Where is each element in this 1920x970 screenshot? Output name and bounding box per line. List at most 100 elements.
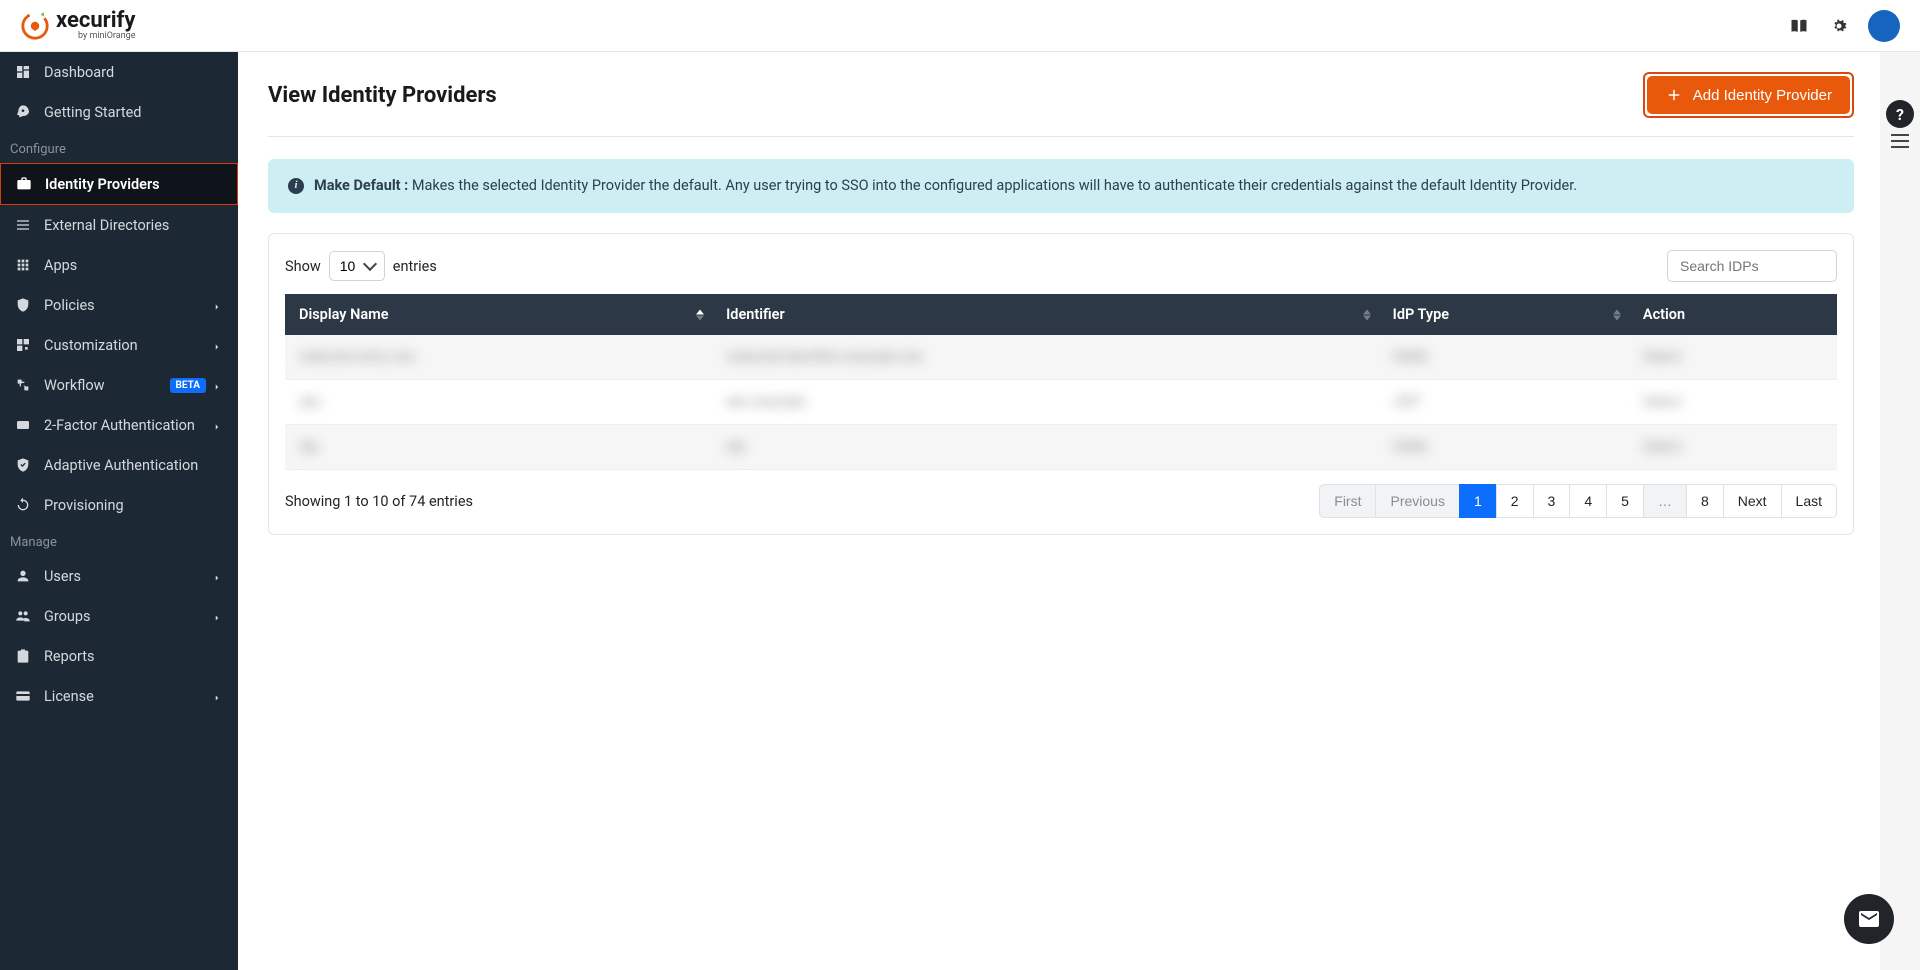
sidebar-item-label: Customization — [44, 337, 212, 354]
grid-icon — [14, 256, 32, 274]
sidebar-item-label: Groups — [44, 608, 212, 625]
card-icon — [14, 687, 32, 705]
shield-check-icon — [14, 456, 32, 474]
table-footer-text: Showing 1 to 10 of 74 entries — [285, 493, 473, 510]
table-cell: JWT — [1379, 380, 1629, 425]
page-button[interactable]: 2 — [1496, 484, 1534, 518]
table-cell: SAML — [1379, 335, 1629, 380]
sidebar-item-dashboard[interactable]: Dashboard — [0, 52, 238, 92]
chat-fab[interactable] — [1844, 894, 1894, 944]
help-button[interactable]: ? — [1886, 100, 1914, 128]
sidebar-item-external-directories[interactable]: External Directories — [0, 205, 238, 245]
sort-icon — [696, 309, 704, 320]
dashboard-icon — [14, 63, 32, 81]
idp-table: Display NameIdentifierIdP TypeAction red… — [285, 294, 1837, 470]
clipboard-icon — [14, 647, 32, 665]
puzzle-icon — [14, 336, 32, 354]
topbar: xecurify by miniOrange — [0, 0, 1920, 52]
sidebar-item-label: Reports — [44, 648, 224, 665]
mail-icon — [1857, 907, 1881, 931]
sidebar-item-label: 2-Factor Authentication — [44, 417, 212, 434]
menu-icon[interactable] — [1891, 134, 1909, 148]
table-row: idpidpSAMLSelect — [285, 425, 1837, 470]
pagination: FirstPrevious12345…8NextLast — [1320, 484, 1837, 518]
user-icon — [14, 567, 32, 585]
column-header[interactable]: Display Name — [285, 294, 712, 335]
page-button[interactable]: Last — [1781, 484, 1837, 518]
chevron-right-icon — [212, 419, 224, 431]
chevron-right-icon — [212, 570, 224, 582]
sidebar-item-label: Adaptive Authentication — [44, 457, 224, 474]
add-button-highlight: Add Identity Provider — [1643, 72, 1854, 118]
sync-icon — [14, 496, 32, 514]
sidebar-item-label: Policies — [44, 297, 212, 314]
gear-icon[interactable] — [1828, 15, 1850, 37]
briefcase-icon — [15, 175, 33, 193]
beta-badge: BETA — [170, 378, 207, 393]
page-size-select[interactable]: 10 — [329, 251, 385, 281]
sidebar-item-reports[interactable]: Reports — [0, 636, 238, 676]
column-header[interactable]: Action — [1629, 294, 1837, 335]
main-content: View Identity Providers Add Identity Pro… — [238, 52, 1880, 970]
sidebar-item-provisioning[interactable]: Provisioning — [0, 485, 238, 525]
sidebar-item-label: Workflow — [44, 377, 170, 394]
column-header[interactable]: Identifier — [712, 294, 1379, 335]
sidebar-item-identity-providers[interactable]: Identity Providers — [0, 163, 238, 205]
page-button[interactable]: 5 — [1606, 484, 1644, 518]
table-cell: SAML — [1379, 425, 1629, 470]
sidebar-item-adaptive-authentication[interactable]: Adaptive Authentication — [0, 445, 238, 485]
add-identity-provider-button[interactable]: Add Identity Provider — [1647, 76, 1850, 114]
page-button: … — [1643, 484, 1687, 518]
logo[interactable]: xecurify by miniOrange — [20, 10, 135, 41]
info-icon: i — [288, 178, 304, 194]
sidebar-item-apps[interactable]: Apps — [0, 245, 238, 285]
nav-section-header: Manage — [0, 525, 238, 556]
page-button[interactable]: 1 — [1459, 484, 1497, 518]
sidebar-item-label: Dashboard — [44, 64, 224, 81]
table-cell: Select — [1629, 425, 1837, 470]
sidebar-item-label: Provisioning — [44, 497, 224, 514]
page-button[interactable]: 3 — [1533, 484, 1571, 518]
chevron-right-icon — [212, 379, 224, 391]
chevron-right-icon — [212, 299, 224, 311]
sidebar-item-label: Getting Started — [44, 104, 224, 121]
chevron-right-icon — [212, 339, 224, 351]
twofa-icon — [14, 416, 32, 434]
entries-label: entries — [393, 258, 437, 275]
flow-icon — [14, 376, 32, 394]
table-card: Show 10 entries Display NameIdentifierId… — [268, 233, 1854, 535]
table-cell: idp — [285, 425, 712, 470]
chevron-right-icon — [212, 690, 224, 702]
list-icon — [14, 216, 32, 234]
page-button[interactable]: Next — [1723, 484, 1782, 518]
avatar[interactable] — [1868, 10, 1900, 42]
table-cell: Select — [1629, 335, 1837, 380]
sidebar-item-label: Users — [44, 568, 212, 585]
book-icon[interactable] — [1788, 15, 1810, 37]
search-input[interactable] — [1667, 250, 1837, 282]
info-banner: i Make Default : Makes the selected Iden… — [268, 159, 1854, 213]
sidebar-item-policies[interactable]: Policies — [0, 285, 238, 325]
page-title: View Identity Providers — [268, 83, 497, 108]
brand-byline: by miniOrange — [56, 32, 135, 41]
plus-icon — [1665, 86, 1683, 104]
rocket-icon — [14, 103, 32, 121]
table-row: abcabc-exampleJWTSelect — [285, 380, 1837, 425]
sidebar-item-users[interactable]: Users — [0, 556, 238, 596]
sidebar-item-license[interactable]: License — [0, 676, 238, 716]
sidebar-item-groups[interactable]: Groups — [0, 596, 238, 636]
group-icon — [14, 607, 32, 625]
table-cell: abc — [285, 380, 712, 425]
column-header[interactable]: IdP Type — [1379, 294, 1629, 335]
page-button[interactable]: 8 — [1686, 484, 1724, 518]
sort-icon — [1613, 309, 1621, 320]
sidebar-item-2-factor-authentication[interactable]: 2-Factor Authentication — [0, 405, 238, 445]
page-button[interactable]: 4 — [1569, 484, 1607, 518]
logo-icon — [20, 11, 50, 41]
table-cell: redacted-identifier-example-one — [712, 335, 1379, 380]
sidebar-item-customization[interactable]: Customization — [0, 325, 238, 365]
sidebar-item-label: License — [44, 688, 212, 705]
sidebar-item-workflow[interactable]: WorkflowBETA — [0, 365, 238, 405]
sidebar-item-getting-started[interactable]: Getting Started — [0, 92, 238, 132]
sidebar: DashboardGetting StartedConfigureIdentit… — [0, 52, 238, 970]
